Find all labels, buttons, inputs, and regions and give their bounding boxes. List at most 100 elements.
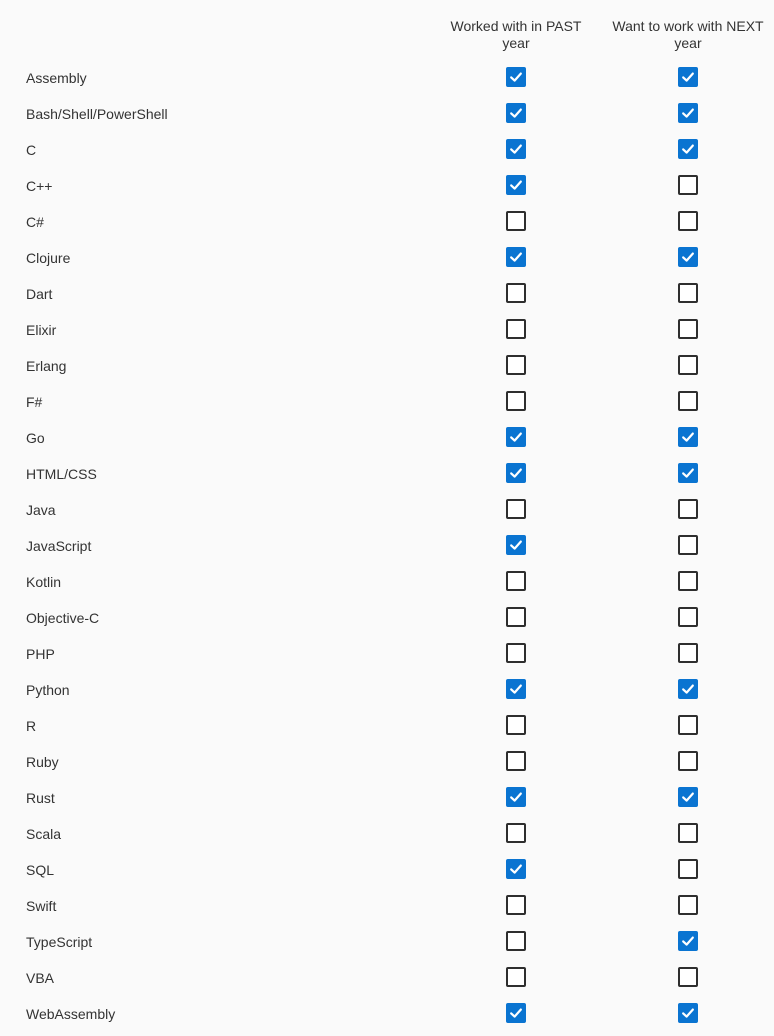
next-year-checkbox[interactable] <box>678 175 698 195</box>
language-survey: Worked with in PAST year Want to work wi… <box>0 0 774 1036</box>
next-year-checkbox[interactable] <box>678 1003 698 1023</box>
language-label: Dart <box>26 286 53 302</box>
past-year-checkbox[interactable] <box>506 67 526 87</box>
language-row: C <box>0 132 774 168</box>
language-row: Ruby <box>0 744 774 780</box>
next-year-checkbox[interactable] <box>678 499 698 519</box>
past-year-checkbox[interactable] <box>506 715 526 735</box>
language-label: Java <box>26 502 56 518</box>
past-year-checkbox[interactable] <box>506 463 526 483</box>
language-label: Clojure <box>26 250 71 266</box>
checkmark-icon <box>682 72 694 82</box>
language-label: Bash/Shell/PowerShell <box>26 106 168 122</box>
next-year-checkbox[interactable] <box>678 391 698 411</box>
past-year-checkbox[interactable] <box>506 391 526 411</box>
language-row: Elixir <box>0 312 774 348</box>
next-year-checkbox[interactable] <box>678 643 698 663</box>
past-year-checkbox[interactable] <box>506 1003 526 1023</box>
next-year-checkbox[interactable] <box>678 103 698 123</box>
next-year-checkbox[interactable] <box>678 139 698 159</box>
next-year-checkbox[interactable] <box>678 463 698 483</box>
checkmark-icon <box>682 792 694 802</box>
next-year-checkbox[interactable] <box>678 895 698 915</box>
checkmark-icon <box>510 1008 522 1018</box>
language-row: TypeScript <box>0 924 774 960</box>
past-year-checkbox[interactable] <box>506 247 526 267</box>
past-year-checkbox[interactable] <box>506 427 526 447</box>
next-year-checkbox[interactable] <box>678 247 698 267</box>
language-label: Elixir <box>26 322 57 338</box>
next-year-checkbox[interactable] <box>678 355 698 375</box>
next-year-checkbox[interactable] <box>678 967 698 987</box>
next-year-checkbox[interactable] <box>678 931 698 951</box>
past-year-checkbox[interactable] <box>506 283 526 303</box>
next-year-checkbox[interactable] <box>678 535 698 555</box>
checkmark-icon <box>682 1008 694 1018</box>
past-year-checkbox[interactable] <box>506 643 526 663</box>
language-row: R <box>0 708 774 744</box>
checkmark-icon <box>510 180 522 190</box>
next-year-checkbox[interactable] <box>678 859 698 879</box>
past-year-checkbox[interactable] <box>506 175 526 195</box>
checkmark-icon <box>510 684 522 694</box>
language-label: Objective-C <box>26 610 100 626</box>
language-label: Go <box>26 430 45 446</box>
past-year-checkbox[interactable] <box>506 895 526 915</box>
next-year-checkbox[interactable] <box>678 283 698 303</box>
next-year-checkbox[interactable] <box>678 607 698 627</box>
checkmark-icon <box>510 540 522 550</box>
past-year-checkbox[interactable] <box>506 499 526 519</box>
checkmark-icon <box>682 108 694 118</box>
next-year-checkbox[interactable] <box>678 715 698 735</box>
past-year-checkbox[interactable] <box>506 103 526 123</box>
next-year-checkbox[interactable] <box>678 679 698 699</box>
checkmark-icon <box>510 252 522 262</box>
past-year-checkbox[interactable] <box>506 535 526 555</box>
past-year-checkbox[interactable] <box>506 571 526 591</box>
language-list: Assembly Bash/Shell/PowerShell C C++ C# Cloju… <box>0 60 774 1032</box>
next-year-checkbox[interactable] <box>678 427 698 447</box>
next-year-checkbox[interactable] <box>678 823 698 843</box>
next-year-checkbox[interactable] <box>678 211 698 231</box>
language-label: Ruby <box>26 754 59 770</box>
past-year-checkbox[interactable] <box>506 967 526 987</box>
language-row: HTML/CSS <box>0 456 774 492</box>
past-year-checkbox[interactable] <box>506 319 526 339</box>
language-row: Rust <box>0 780 774 816</box>
past-year-checkbox[interactable] <box>506 355 526 375</box>
next-year-checkbox[interactable] <box>678 787 698 807</box>
past-year-checkbox[interactable] <box>506 823 526 843</box>
language-label: R <box>26 718 37 734</box>
checkmark-icon <box>682 144 694 154</box>
past-year-checkbox[interactable] <box>506 931 526 951</box>
past-year-checkbox[interactable] <box>506 859 526 879</box>
language-row: Go <box>0 420 774 456</box>
past-year-checkbox[interactable] <box>506 211 526 231</box>
past-year-checkbox[interactable] <box>506 679 526 699</box>
language-label: Erlang <box>26 358 67 374</box>
language-row: Objective-C <box>0 600 774 636</box>
past-year-checkbox[interactable] <box>506 607 526 627</box>
language-row: JavaScript <box>0 528 774 564</box>
past-year-checkbox[interactable] <box>506 139 526 159</box>
checkmark-icon <box>510 468 522 478</box>
language-label: VBA <box>26 970 55 986</box>
language-row: Python <box>0 672 774 708</box>
past-year-checkbox[interactable] <box>506 751 526 771</box>
checkmark-icon <box>510 432 522 442</box>
next-year-checkbox[interactable] <box>678 319 698 339</box>
checkmark-icon <box>682 468 694 478</box>
next-year-checkbox[interactable] <box>678 751 698 771</box>
language-row: SQL <box>0 852 774 888</box>
past-year-checkbox[interactable] <box>506 787 526 807</box>
next-year-checkbox[interactable] <box>678 67 698 87</box>
language-row: PHP <box>0 636 774 672</box>
language-label: TypeScript <box>26 934 93 950</box>
language-row: C++ <box>0 168 774 204</box>
language-row: Kotlin <box>0 564 774 600</box>
next-year-checkbox[interactable] <box>678 571 698 591</box>
language-label: Kotlin <box>26 574 62 590</box>
language-row: Erlang <box>0 348 774 384</box>
checkmark-icon <box>510 72 522 82</box>
language-label: Python <box>26 682 70 698</box>
